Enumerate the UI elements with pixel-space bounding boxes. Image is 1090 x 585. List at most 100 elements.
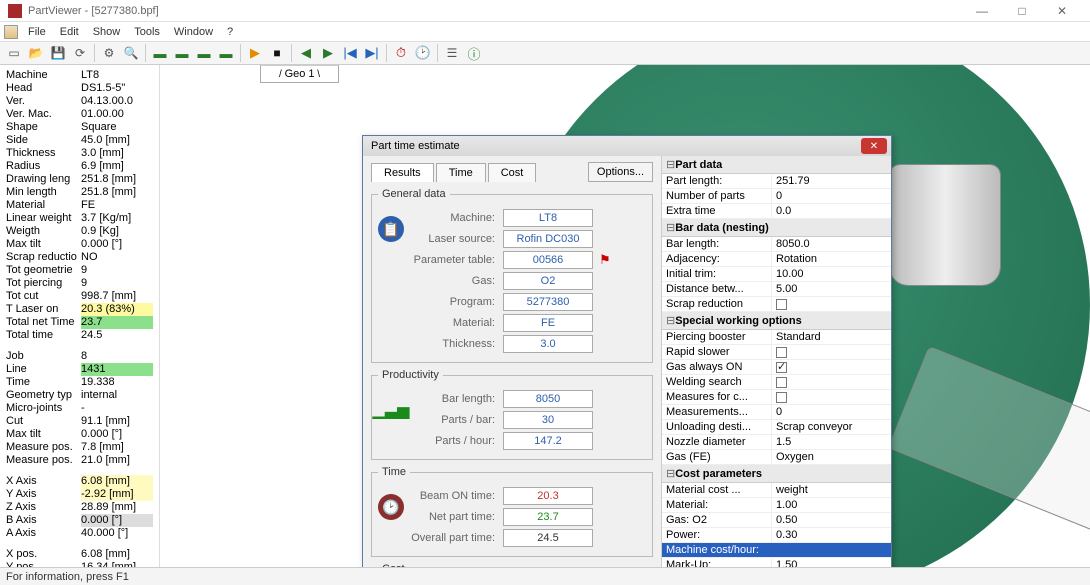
save-icon[interactable]: 💾	[48, 43, 68, 63]
next-icon[interactable]: ▶	[318, 43, 338, 63]
first-icon[interactable]: |◀	[340, 43, 360, 63]
checkbox-icon[interactable]	[776, 377, 787, 388]
open-icon[interactable]: 📂	[26, 43, 46, 63]
refresh-icon[interactable]: ⟳	[70, 43, 90, 63]
prev-icon[interactable]: ◀	[296, 43, 316, 63]
timer-icon[interactable]: ⏱	[391, 43, 411, 63]
options-icon[interactable]: ⚙	[99, 43, 119, 63]
prop-section[interactable]: Cost parameters	[662, 465, 891, 483]
maximize-button[interactable]: □	[1002, 1, 1042, 21]
list-icon[interactable]: ☰	[442, 43, 462, 63]
viewport[interactable]: / Geo 1 \ Part time estimate ✕ Results T…	[160, 65, 1090, 567]
field-value[interactable]: 30	[503, 411, 593, 429]
prop-section[interactable]: Bar data (nesting)	[662, 219, 891, 237]
menu-edit[interactable]: Edit	[53, 24, 86, 40]
menu-window[interactable]: Window	[167, 24, 220, 40]
prop-row[interactable]: Rapid slower	[662, 345, 891, 360]
prop-row[interactable]: Piercing boosterStandard	[662, 330, 891, 345]
field-value[interactable]: 00566	[503, 251, 593, 269]
checkbox-icon[interactable]	[776, 362, 787, 373]
dialog-part-time-estimate: Part time estimate ✕ Results Time Cost O…	[362, 135, 892, 567]
dialog-close-icon[interactable]: ✕	[861, 138, 887, 154]
menu-help[interactable]: ?	[220, 24, 240, 40]
prop-row[interactable]: Power:0.30	[662, 528, 891, 543]
field-row: Program:5277380	[378, 293, 646, 311]
field-row: Gas:O2	[378, 272, 646, 290]
box3-icon[interactable]: ▬	[194, 43, 214, 63]
menu-tools[interactable]: Tools	[127, 24, 167, 40]
prop-row[interactable]: Gas (FE)Oxygen	[662, 450, 891, 465]
field-row: Overall part time:24.5	[378, 529, 646, 547]
minimize-button[interactable]: —	[962, 1, 1002, 21]
menu-file[interactable]: File	[21, 24, 53, 40]
field-value[interactable]: 24.5	[503, 529, 593, 547]
prop-row[interactable]: Number of parts0	[662, 189, 891, 204]
field-row: Machine:LT8	[378, 209, 646, 227]
new-icon[interactable]: ▭	[4, 43, 24, 63]
box2-icon[interactable]: ▬	[172, 43, 192, 63]
prop-row[interactable]: Distance betw...5.00	[662, 282, 891, 297]
file-icon[interactable]	[4, 25, 18, 39]
prop-row[interactable]: Machine cost/hour:	[662, 543, 891, 558]
tab-time[interactable]: Time	[436, 163, 486, 182]
field-value[interactable]: O2	[503, 272, 593, 290]
stop-icon[interactable]: ■	[267, 43, 287, 63]
prop-row[interactable]: Measures for c...	[662, 390, 891, 405]
property-row: Line1431	[6, 363, 153, 376]
field-row: Parameter table:00566⚑	[378, 251, 646, 269]
prop-row[interactable]: Welding search	[662, 375, 891, 390]
field-value[interactable]: 8050	[503, 390, 593, 408]
field-value[interactable]: 23.7	[503, 508, 593, 526]
prop-row[interactable]: Nozzle diameter1.5	[662, 435, 891, 450]
tab-geo1[interactable]: / Geo 1 \	[260, 65, 339, 83]
property-row: Geometry typinternal	[6, 389, 153, 402]
options-button[interactable]: Options...	[588, 162, 653, 182]
prop-row[interactable]: Part length:251.79	[662, 174, 891, 189]
close-button[interactable]: ✕	[1042, 1, 1082, 21]
clock-icon[interactable]: 🕑	[413, 43, 433, 63]
prop-row[interactable]: Gas always ON	[662, 360, 891, 375]
prop-row[interactable]: Adjacency:Rotation	[662, 252, 891, 267]
prop-row[interactable]: Initial trim:10.00	[662, 267, 891, 282]
checkbox-icon[interactable]	[776, 347, 787, 358]
info-icon[interactable]: ⓘ	[464, 43, 484, 63]
prop-row[interactable]: Scrap reduction	[662, 297, 891, 312]
box4-icon[interactable]: ▬	[216, 43, 236, 63]
zoom-icon[interactable]: 🔍	[121, 43, 141, 63]
property-row: Tot geometrie9	[6, 264, 153, 277]
box-icon[interactable]: ▬	[150, 43, 170, 63]
field-row: Thickness:3.0	[378, 335, 646, 353]
field-row: Beam ON time:20.3	[378, 487, 646, 505]
field-value[interactable]: LT8	[503, 209, 593, 227]
prop-row[interactable]: Material cost ...weight	[662, 483, 891, 498]
tab-results[interactable]: Results	[371, 163, 434, 182]
field-row: Laser source:Rofin DC030	[378, 230, 646, 248]
property-row: Measure pos.7.8 [mm]	[6, 441, 153, 454]
prop-row[interactable]: Material:1.00	[662, 498, 891, 513]
prop-row[interactable]: Extra time0.0	[662, 204, 891, 219]
checkbox-icon[interactable]	[776, 392, 787, 403]
prop-section[interactable]: Part data	[662, 156, 891, 174]
field-value[interactable]: 20.3	[503, 487, 593, 505]
field-value[interactable]: FE	[503, 314, 593, 332]
dialog-titlebar[interactable]: Part time estimate ✕	[363, 136, 891, 156]
property-grid[interactable]: Part dataPart length:251.79Number of par…	[662, 156, 891, 567]
play-icon[interactable]: ▶	[245, 43, 265, 63]
field-value[interactable]: 3.0	[503, 335, 593, 353]
property-row: X Axis6.08 [mm]	[6, 475, 153, 488]
prop-row[interactable]: Mark-Up:1.50	[662, 558, 891, 567]
checkbox-icon[interactable]	[776, 299, 787, 310]
field-value[interactable]: 5277380	[503, 293, 593, 311]
prop-row[interactable]: Unloading desti...Scrap conveyor	[662, 420, 891, 435]
prop-row[interactable]: Bar length:8050.0	[662, 237, 891, 252]
tab-cost[interactable]: Cost	[488, 163, 537, 182]
field-row: Bar length:8050	[378, 390, 646, 408]
field-value[interactable]: 147.2	[503, 432, 593, 450]
menu-show[interactable]: Show	[86, 24, 128, 40]
prop-section[interactable]: Special working options	[662, 312, 891, 330]
field-value[interactable]: Rofin DC030	[503, 230, 593, 248]
prop-row[interactable]: Measurements...0	[662, 405, 891, 420]
property-row: Tot piercing9	[6, 277, 153, 290]
last-icon[interactable]: ▶|	[362, 43, 382, 63]
prop-row[interactable]: Gas: O20.50	[662, 513, 891, 528]
